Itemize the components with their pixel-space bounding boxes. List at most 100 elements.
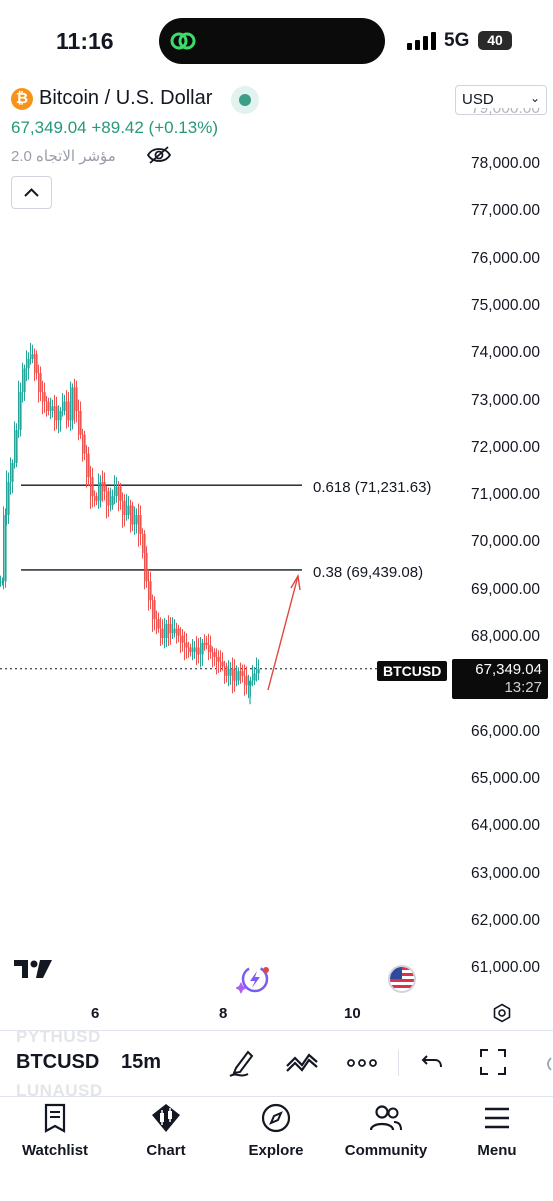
x-axis-label-10: 10	[344, 1005, 361, 1022]
indicators-icon[interactable]	[285, 1048, 319, 1076]
market-status-dot-icon[interactable]	[231, 86, 259, 114]
candle-body	[230, 668, 232, 676]
candle-body	[112, 496, 114, 506]
nav-explore[interactable]: Explore	[226, 1103, 326, 1159]
signal-bars-icon	[407, 32, 436, 50]
candle-body	[66, 401, 68, 421]
candle-body	[232, 668, 234, 681]
candle-body	[160, 628, 162, 638]
candle-body	[58, 410, 60, 421]
candle-body	[36, 354, 38, 374]
candle-body	[64, 401, 66, 411]
symbol-search-button[interactable]: BTCUSD	[16, 1051, 99, 1074]
scroll-more-icon[interactable]	[544, 1056, 553, 1072]
candle-body	[224, 666, 226, 676]
symbol-title[interactable]: Bitcoin / U.S. Dollar	[39, 87, 212, 110]
candle-body	[28, 358, 30, 369]
candle-body	[254, 673, 256, 681]
candle-body	[62, 401, 64, 411]
ghost-symbol-next: LUNAUSD	[16, 1081, 103, 1096]
candle-body	[34, 354, 36, 374]
candle-body	[88, 453, 90, 478]
candle-body	[84, 434, 86, 454]
candle-body	[144, 552, 146, 582]
candle-body	[150, 581, 152, 601]
nav-chart[interactable]: Chart	[116, 1103, 216, 1159]
candle-body	[100, 481, 102, 501]
ai-assistant-icon[interactable]	[236, 964, 272, 994]
candle-body	[174, 628, 176, 634]
candle-body	[82, 434, 84, 454]
nav-community[interactable]: Community	[336, 1103, 436, 1159]
candle-body	[142, 533, 144, 553]
chevron-down-icon: ⌄	[529, 91, 540, 105]
candle-body	[188, 647, 190, 653]
candle-body	[92, 477, 94, 497]
candle-body	[24, 368, 26, 393]
candle-body	[26, 358, 28, 369]
chart-settings-icon[interactable]	[492, 1003, 512, 1023]
interval-button[interactable]: 15m	[121, 1051, 161, 1074]
candle-body	[202, 642, 204, 655]
chart-candles-icon	[152, 1104, 180, 1132]
candle-body	[228, 668, 230, 676]
undo-icon[interactable]	[421, 1052, 443, 1072]
status-time: 11:16	[56, 28, 114, 54]
us-flag-icon[interactable]	[388, 965, 416, 993]
candle-body	[140, 515, 142, 534]
x-axis-label-6: 6	[91, 1005, 100, 1022]
last-price-value: 67,349.04	[475, 661, 542, 678]
candle-body	[106, 491, 108, 506]
candle-body	[244, 675, 246, 686]
candle-body	[54, 406, 56, 421]
candle-body	[220, 661, 222, 667]
candle-body	[120, 486, 122, 501]
y-axis-label-partial-text: 79,000.00	[471, 108, 540, 117]
more-options-icon[interactable]	[347, 1058, 377, 1068]
candle-body	[38, 373, 40, 393]
candle-body	[132, 505, 134, 525]
candle-body	[44, 392, 46, 402]
candle-body	[90, 477, 92, 497]
network-type: 5G	[444, 30, 470, 51]
nav-menu[interactable]: Menu	[447, 1103, 547, 1159]
candle-body	[194, 647, 196, 653]
candle-body	[210, 645, 212, 653]
candle-body	[170, 623, 172, 634]
candle-body	[246, 675, 248, 686]
candle-body	[190, 647, 192, 653]
candle-body	[256, 668, 258, 674]
candle-body	[42, 392, 44, 402]
candle-body	[198, 647, 200, 655]
candle-body	[196, 647, 198, 655]
candle-body	[102, 481, 104, 492]
hamburger-menu-icon	[485, 1107, 509, 1129]
candle-body	[114, 486, 116, 497]
dynamic-island	[159, 18, 385, 64]
drawing-pen-icon[interactable]	[228, 1048, 256, 1078]
price-chart[interactable]	[0, 120, 553, 1000]
candle-body	[162, 628, 164, 638]
candle-body	[32, 354, 34, 359]
candle-body	[216, 656, 218, 662]
candle-body	[200, 642, 202, 655]
candle-body	[166, 623, 168, 638]
candle-body	[110, 496, 112, 506]
candle-body	[124, 500, 126, 516]
candle-body	[152, 600, 154, 620]
candle-body	[16, 429, 18, 463]
candle-body	[60, 410, 62, 421]
candle-body	[74, 387, 76, 411]
bar-countdown: 13:27	[504, 679, 542, 696]
candle-body	[258, 668, 260, 674]
candle-body	[116, 486, 118, 497]
candle-body	[118, 486, 120, 501]
compass-icon	[261, 1103, 291, 1133]
fib-level-label-038: 0.38 (69,439.08)	[313, 564, 424, 581]
nav-watchlist[interactable]: Watchlist	[5, 1103, 105, 1159]
candle-body	[50, 406, 52, 411]
candle-body	[148, 581, 150, 601]
nav-watchlist-label: Watchlist	[21, 1142, 89, 1159]
candle-body	[192, 647, 194, 653]
fullscreen-icon[interactable]	[479, 1048, 507, 1076]
